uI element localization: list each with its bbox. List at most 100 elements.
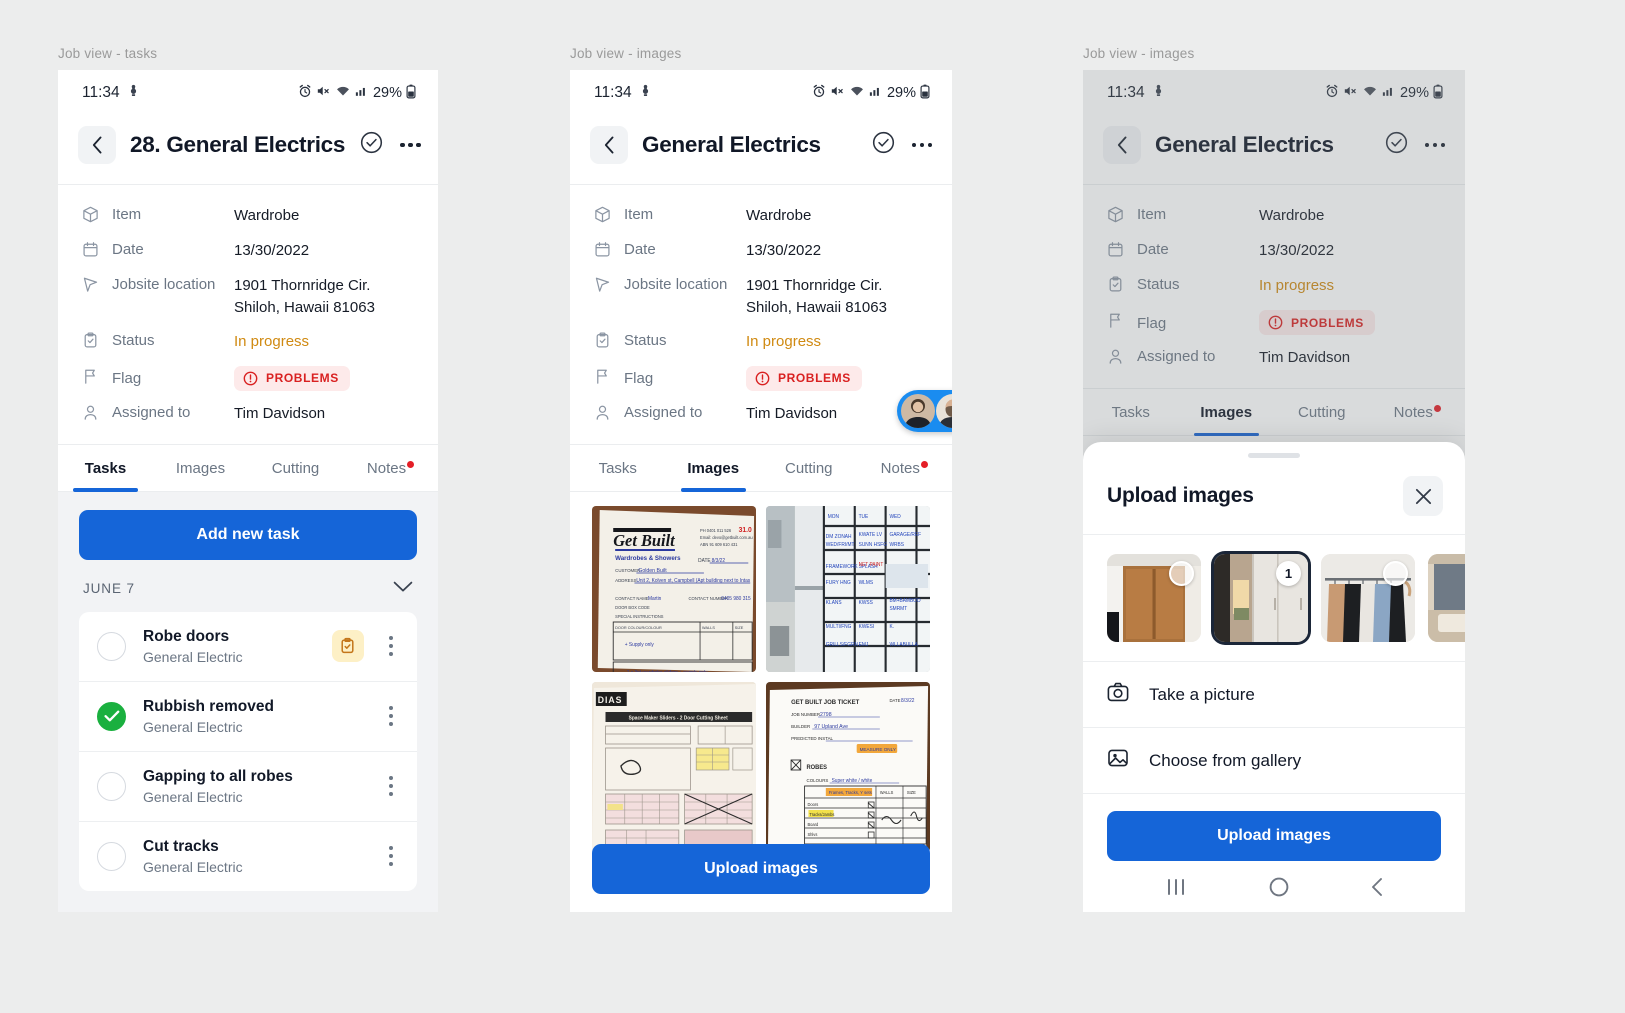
detail-value: 13/30/2022 — [746, 242, 822, 259]
thumb-wooden-wardrobe[interactable] — [1107, 554, 1201, 642]
gallery-icon — [1107, 747, 1129, 774]
thumb-built-in-robe[interactable]: 1 — [1214, 554, 1308, 642]
complete-job-icon[interactable] — [359, 130, 384, 160]
svg-text:KWESI: KWESI — [859, 623, 875, 629]
tab-cutting[interactable]: Cutting — [1274, 389, 1370, 435]
task-more-icon[interactable] — [381, 772, 402, 801]
detail-label: Assigned to — [624, 403, 703, 421]
svg-text:DATE: DATE — [889, 697, 900, 702]
tab-tasks[interactable]: Tasks — [570, 445, 666, 491]
task-more-icon[interactable] — [381, 842, 402, 871]
battery-percent: 29% — [886, 85, 916, 101]
select-indicator[interactable] — [1169, 561, 1194, 586]
svg-text:Get Built: Get Built — [613, 530, 676, 549]
tab-tasks[interactable]: Tasks — [1083, 389, 1179, 435]
task-checkbox[interactable] — [97, 841, 126, 871]
svg-text:SMRMT: SMRMT — [889, 605, 907, 611]
task-checkbox[interactable] — [97, 631, 126, 661]
thumb-bedroom-robe[interactable] — [1428, 554, 1465, 642]
image-thumbnail[interactable]: MON TUE WED DM ZONAH KWATE LV GARAGE/REF WED… — [766, 505, 930, 672]
task-list: Robe doors General Electric Rubbish remo… — [79, 611, 417, 891]
task-subtitle: General Electric — [143, 858, 243, 875]
svg-text:KWSS: KWSS — [859, 599, 874, 605]
panel-caption-tasks: Job view - tasks — [58, 46, 158, 61]
select-indicator[interactable] — [1383, 561, 1408, 586]
thumb-hanging-clothes[interactable] — [1321, 554, 1415, 642]
avatar — [936, 394, 952, 428]
detail-row-status: Status In progress — [594, 325, 928, 360]
task-row[interactable]: Gapping to all robes General Electric — [79, 752, 417, 822]
tab-cutting[interactable]: Cutting — [761, 445, 857, 491]
detail-row-item: Item Wardrobe — [594, 199, 928, 234]
panel-caption-images: Job view - images — [570, 46, 682, 61]
task-more-icon[interactable] — [381, 702, 402, 731]
back-button[interactable] — [1103, 126, 1141, 164]
wifi-icon — [1362, 84, 1378, 102]
more-options-icon[interactable] — [400, 142, 421, 148]
image-thumbnail[interactable]: DIAS Space Maker Sliders - 2 Door Cuttin… — [592, 681, 756, 852]
more-options-icon[interactable] — [1424, 142, 1445, 148]
detail-label: Flag — [624, 370, 654, 387]
take-a-picture-action[interactable]: Take a picture — [1083, 662, 1465, 728]
image-thumbnail[interactable]: Get Built Wardrobes & Showers PH 0401 01… — [592, 505, 756, 672]
add-new-task-button[interactable]: Add new task — [79, 509, 417, 560]
svg-text:ABN 91 609 610 431: ABN 91 609 610 431 — [700, 541, 738, 546]
box-icon — [594, 205, 624, 228]
chevron-down-icon[interactable] — [393, 580, 413, 598]
tab-images[interactable]: Images — [666, 445, 762, 492]
recents-icon[interactable] — [1164, 878, 1188, 901]
alarm-icon — [1325, 84, 1339, 102]
tab-notes[interactable]: Notes — [343, 445, 438, 491]
task-note-icon[interactable] — [331, 630, 364, 662]
select-indicator[interactable]: 1 — [1276, 561, 1301, 586]
tab-label: Tasks — [84, 459, 127, 477]
take-a-picture-label: Take a picture — [1149, 684, 1255, 704]
phone-screen-tasks: 11:34 29% 28. General Electrics Item War… — [58, 70, 438, 912]
home-icon[interactable] — [1269, 877, 1289, 902]
task-row[interactable]: Robe doors General Electric — [79, 612, 417, 682]
presence-avatars[interactable] — [897, 390, 952, 432]
back-button[interactable] — [590, 126, 628, 164]
battery-percent: 29% — [372, 85, 402, 101]
upload-images-confirm-button[interactable]: Upload images — [1107, 811, 1441, 861]
task-checkbox[interactable] — [97, 771, 126, 801]
upload-images-button[interactable]: Upload images — [592, 844, 930, 894]
clipboard-check-icon — [82, 331, 112, 354]
tab-label: Tasks — [1111, 404, 1150, 421]
location-icon — [82, 275, 112, 298]
choose-from-gallery-action[interactable]: Choose from gallery — [1083, 728, 1465, 794]
complete-job-icon[interactable] — [1384, 130, 1409, 160]
tab-notes[interactable]: Notes — [857, 445, 953, 491]
task-more-icon[interactable] — [381, 632, 402, 661]
camera-icon — [1107, 681, 1129, 708]
page-title: General Electrics — [642, 132, 821, 157]
tab-label: Cutting — [1297, 404, 1346, 421]
svg-text:Doors: Doors — [807, 801, 818, 806]
image-thumbnail[interactable]: GET BUILT JOB TICKET DATE 8/3/22 JOB NUM… — [766, 681, 930, 852]
task-row[interactable]: Rubbish removed General Electric — [79, 682, 417, 752]
back-button[interactable] — [78, 126, 116, 164]
person-icon — [594, 403, 624, 426]
task-checkbox[interactable] — [97, 701, 126, 731]
task-group-header[interactable]: JUNE 7 — [79, 560, 417, 612]
svg-text:FRAMEWORK: FRAMEWORK — [826, 563, 859, 569]
tab-cutting[interactable]: Cutting — [248, 445, 343, 491]
tab-images[interactable]: Images — [153, 445, 248, 491]
more-options-icon[interactable] — [911, 142, 932, 148]
status-bar: 11:34 29% — [1083, 70, 1465, 116]
status-time: 11:34 — [1107, 84, 1145, 101]
detail-label: Item — [1137, 206, 1167, 223]
task-title: Gapping to all robes — [143, 767, 293, 785]
notes-badge-dot — [407, 460, 415, 468]
close-icon[interactable] — [1403, 476, 1443, 516]
tab-tasks[interactable]: Tasks — [58, 445, 153, 492]
task-row[interactable]: Cut tracks General Electric — [79, 822, 417, 891]
complete-job-icon[interactable] — [871, 130, 896, 160]
flag-icon — [1107, 311, 1137, 334]
image-picker-strip[interactable]: 1 — [1083, 535, 1465, 662]
tab-images[interactable]: Images — [1179, 389, 1275, 436]
back-icon[interactable] — [1370, 877, 1384, 902]
svg-text:EMJ: EMJ — [859, 641, 869, 647]
tab-notes[interactable]: Notes — [1370, 389, 1466, 435]
svg-text:1 x 3pt wardrobe sliders + sup: 1 x 3pt wardrobe sliders + supply only — [627, 669, 708, 671]
